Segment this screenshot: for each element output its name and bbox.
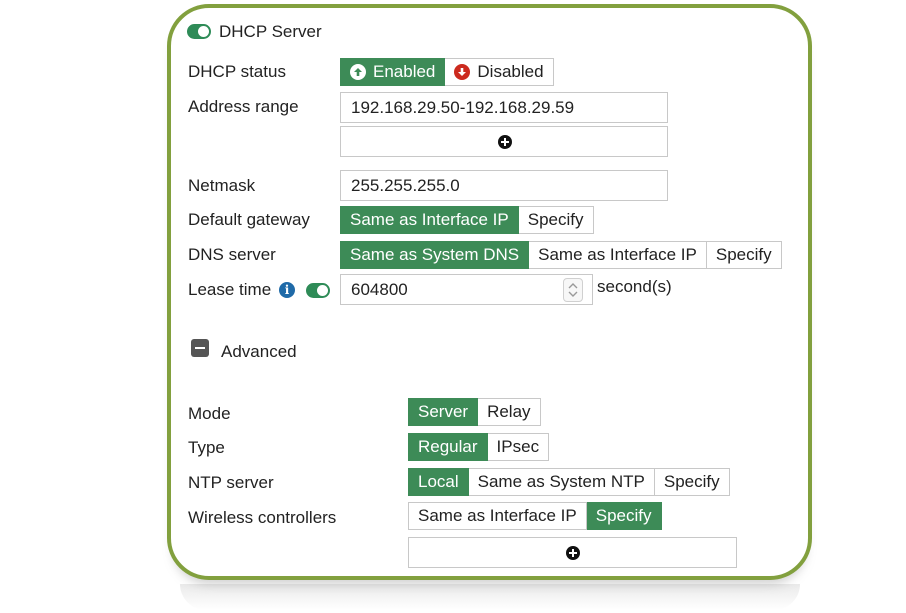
dhcp-status-enabled-label: Enabled	[373, 62, 436, 81]
address-range-label: Address range	[188, 97, 299, 116]
mode-server[interactable]: Server	[408, 398, 479, 426]
mode-label: Mode	[188, 404, 231, 423]
add-wireless-controller-button[interactable]	[408, 537, 737, 568]
dns-server-same-as-interface[interactable]: Same as Interface IP	[529, 241, 707, 269]
mode-selector: Server Relay	[408, 398, 541, 426]
dhcp-server-title: DHCP Server	[219, 22, 322, 41]
spinner-arrows-icon	[568, 283, 578, 297]
wireless-controllers-selector: Same as Interface IP Specify	[408, 502, 662, 530]
lease-time-toggle[interactable]	[306, 283, 330, 298]
plus-circle-icon	[566, 546, 580, 560]
lease-time-input[interactable]: 604800	[340, 274, 593, 305]
wireless-controllers-label: Wireless controllers	[188, 508, 337, 527]
minus-square-icon[interactable]	[191, 339, 209, 357]
lease-time-label: Lease time	[188, 280, 272, 299]
lease-time-unit: second(s)	[597, 277, 672, 296]
ntp-server-same-as-system[interactable]: Same as System NTP	[468, 468, 655, 496]
default-gateway-specify[interactable]: Specify	[518, 206, 594, 234]
mode-relay[interactable]: Relay	[478, 398, 541, 426]
type-label: Type	[188, 438, 225, 457]
ntp-server-specify[interactable]: Specify	[654, 468, 730, 496]
arrow-up-circle-icon	[350, 64, 366, 80]
address-range-input[interactable]: 192.168.29.50-192.168.29.59	[340, 92, 668, 123]
dhcp-status-label: DHCP status	[188, 62, 286, 81]
advanced-toggle-label[interactable]: Advanced	[221, 342, 297, 362]
dhcp-status-selector: Enabled Disabled	[340, 58, 554, 86]
dhcp-status-enabled[interactable]: Enabled	[340, 58, 446, 86]
default-gateway-same-as-interface[interactable]: Same as Interface IP	[340, 206, 519, 234]
ntp-server-selector: Local Same as System NTP Specify	[408, 468, 730, 496]
dns-server-specify[interactable]: Specify	[706, 241, 782, 269]
default-gateway-selector: Same as Interface IP Specify	[340, 206, 594, 234]
dns-server-label: DNS server	[188, 245, 276, 264]
dhcp-status-disabled[interactable]: Disabled	[445, 58, 554, 86]
netmask-label: Netmask	[188, 176, 256, 195]
dns-server-selector: Same as System DNS Same as Interface IP …	[340, 241, 782, 269]
plus-circle-icon	[498, 135, 512, 149]
dns-server-same-as-system[interactable]: Same as System DNS	[340, 241, 530, 269]
default-gateway-label: Default gateway	[188, 210, 310, 229]
netmask-input[interactable]: 255.255.255.0	[340, 170, 668, 201]
dhcp-server-toggle[interactable]	[187, 24, 211, 39]
wireless-controllers-specify[interactable]: Specify	[586, 502, 662, 530]
ntp-server-label: NTP server	[188, 473, 274, 492]
lease-time-spinner[interactable]	[563, 278, 583, 302]
panel-reflection	[180, 584, 800, 610]
arrow-down-circle-icon	[454, 64, 471, 80]
ntp-server-local[interactable]: Local	[408, 468, 469, 496]
type-ipsec[interactable]: IPsec	[487, 433, 550, 461]
type-selector: Regular IPsec	[408, 433, 550, 461]
info-icon[interactable]: i	[279, 282, 295, 298]
add-address-range-button[interactable]	[340, 126, 668, 157]
type-regular[interactable]: Regular	[408, 433, 488, 461]
dhcp-status-disabled-label: Disabled	[477, 62, 544, 81]
wireless-controllers-same-as-interface[interactable]: Same as Interface IP	[408, 502, 587, 530]
